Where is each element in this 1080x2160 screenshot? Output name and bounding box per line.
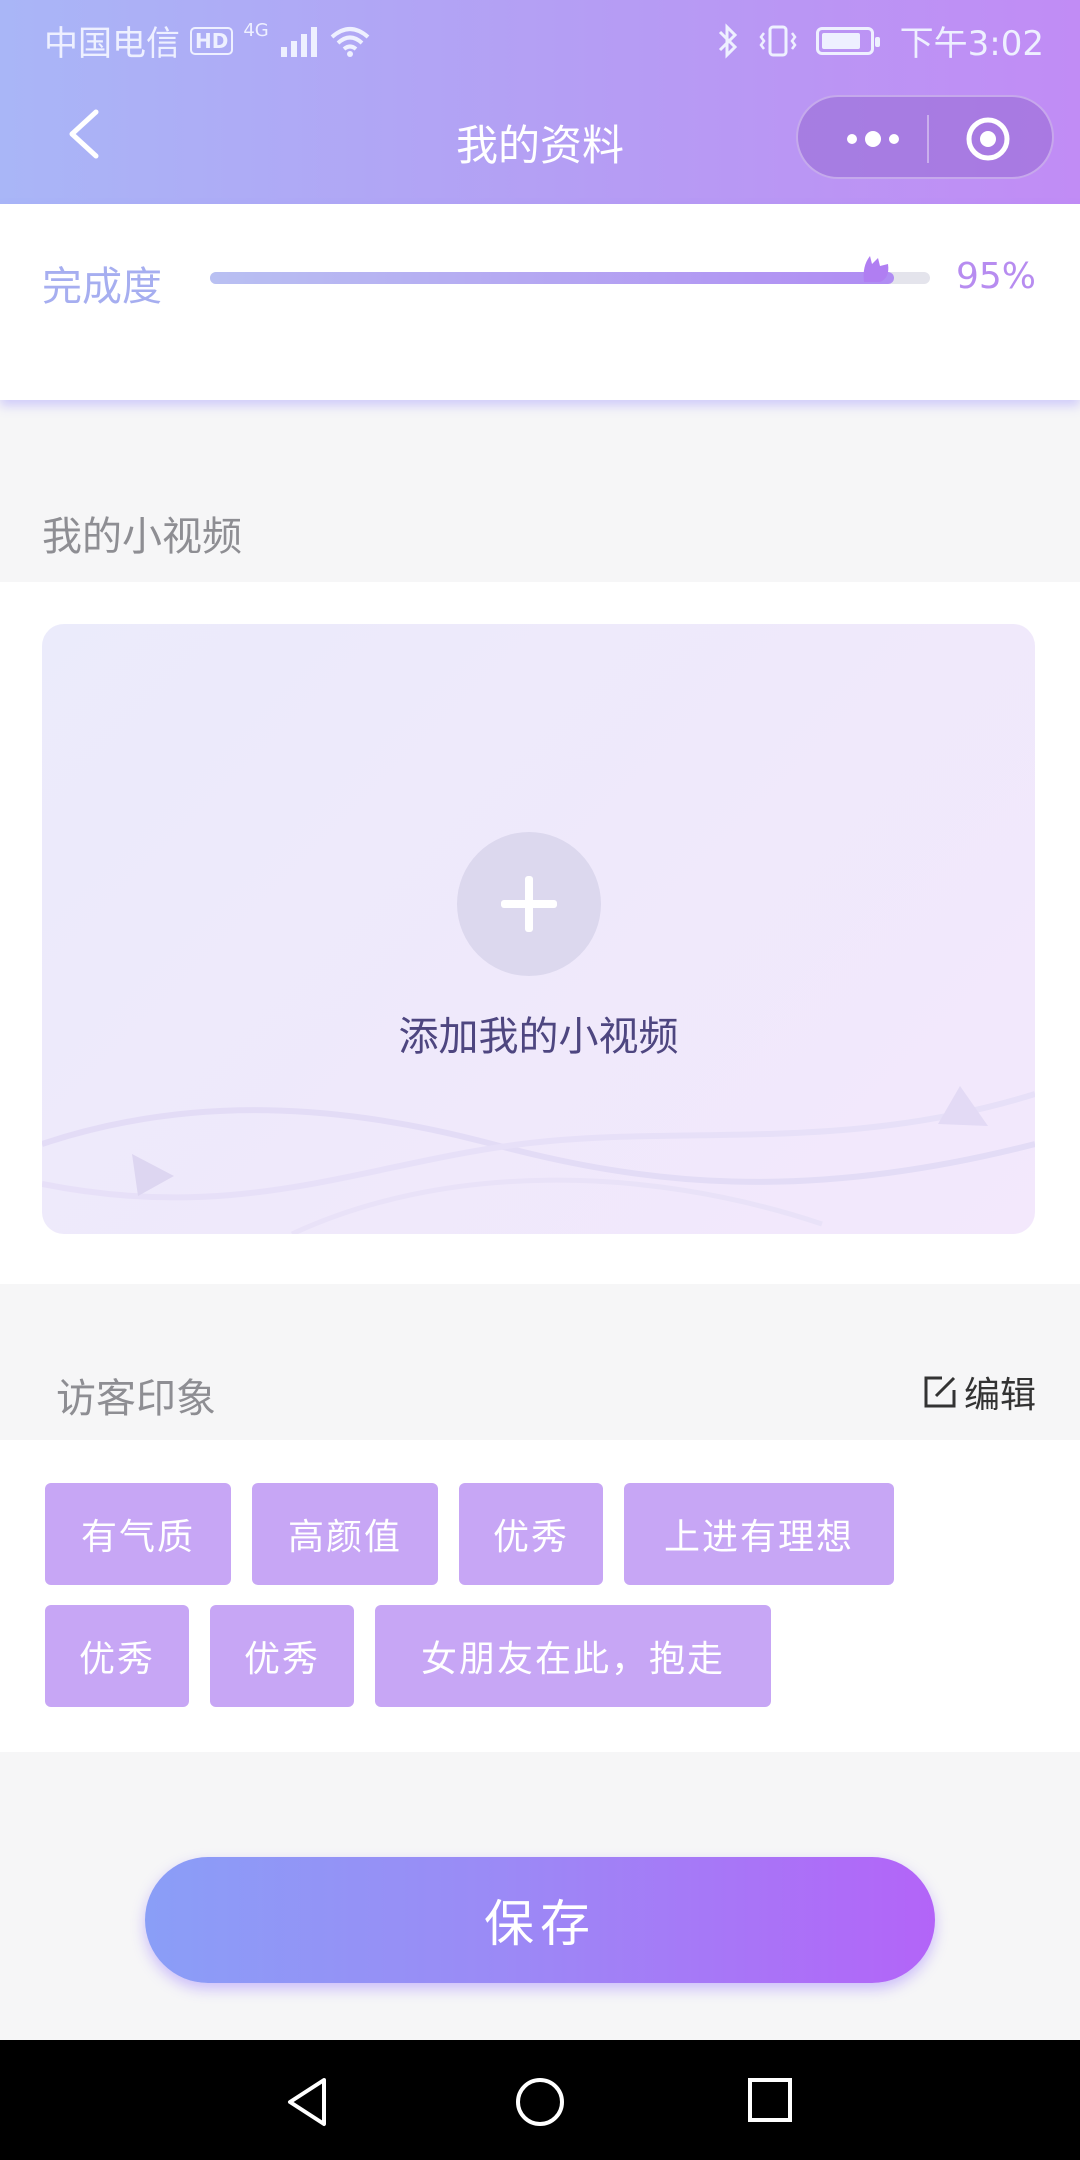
video-section: 添加我的小视频 <box>0 582 1080 1284</box>
video-section-header: 我的小视频 <box>0 426 1080 582</box>
add-video-label: 添加我的小视频 <box>398 1014 679 1060</box>
nav-home-button[interactable] <box>514 2076 566 2128</box>
bluetooth-icon <box>718 22 737 59</box>
close-mini-program-button[interactable] <box>964 115 1012 163</box>
impression-tag[interactable]: 有气质 <box>45 1483 231 1585</box>
edit-impressions-button[interactable]: 编辑 <box>922 1366 1036 1418</box>
triangle-decoration-left <box>132 1154 174 1196</box>
impression-tag[interactable]: 上进有理想 <box>624 1483 894 1585</box>
nav-back-button[interactable] <box>284 2076 332 2128</box>
mini-program-capsule <box>796 95 1054 179</box>
completion-card: 完成度 95% <box>0 204 1080 400</box>
completion-progress-track <box>210 256 930 284</box>
progress-marker-icon <box>863 256 889 282</box>
impression-tags: 有气质 高颜值 优秀 上进有理想 优秀 优秀 女朋友在此，抱走 <box>0 1440 1080 1752</box>
status-left: 中国电信 HD 4G <box>44 16 371 65</box>
completion-percent: 95% <box>955 256 1036 297</box>
battery-icon <box>815 26 880 55</box>
app-header: 中国电信 HD 4G 下午3:02 我的资料 <box>0 0 1080 204</box>
wifi-icon <box>330 26 370 57</box>
vibrate-icon <box>759 25 797 56</box>
impression-tag[interactable]: 优秀 <box>210 1605 354 1707</box>
edit-icon <box>924 1376 956 1408</box>
impressions-section-title: 访客印象 <box>56 1376 216 1422</box>
status-right: 下午3:02 <box>716 16 1044 65</box>
add-video-card[interactable]: 添加我的小视频 <box>42 624 1035 1234</box>
add-video-button[interactable] <box>457 832 601 976</box>
clock: 下午3:02 <box>899 24 1044 64</box>
hd-badge: HD <box>190 26 234 55</box>
video-section-title: 我的小视频 <box>42 514 242 560</box>
more-button[interactable] <box>832 119 932 159</box>
system-nav-bar <box>0 2040 1080 2160</box>
impressions-section-header: 访客印象 <box>0 1284 1080 1440</box>
carrier-name: 中国电信 <box>44 24 180 64</box>
signal-icon <box>280 26 317 57</box>
completion-progress-fill <box>210 272 894 284</box>
impression-tag[interactable]: 高颜值 <box>252 1483 438 1585</box>
impression-tag[interactable]: 女朋友在此，抱走 <box>375 1605 771 1707</box>
nav-recents-button[interactable] <box>746 2076 794 2124</box>
impression-tag[interactable]: 优秀 <box>459 1483 603 1585</box>
plus-icon <box>501 876 557 932</box>
save-button[interactable]: 保存 <box>145 1857 935 1983</box>
status-bar: 中国电信 HD 4G 下午3:02 <box>0 0 1080 76</box>
impression-tag[interactable]: 优秀 <box>45 1605 189 1707</box>
capsule-divider <box>927 115 929 163</box>
completion-label: 完成度 <box>42 264 162 310</box>
edit-label: 编辑 <box>963 1375 1036 1416</box>
network-type: 4G <box>243 20 269 41</box>
